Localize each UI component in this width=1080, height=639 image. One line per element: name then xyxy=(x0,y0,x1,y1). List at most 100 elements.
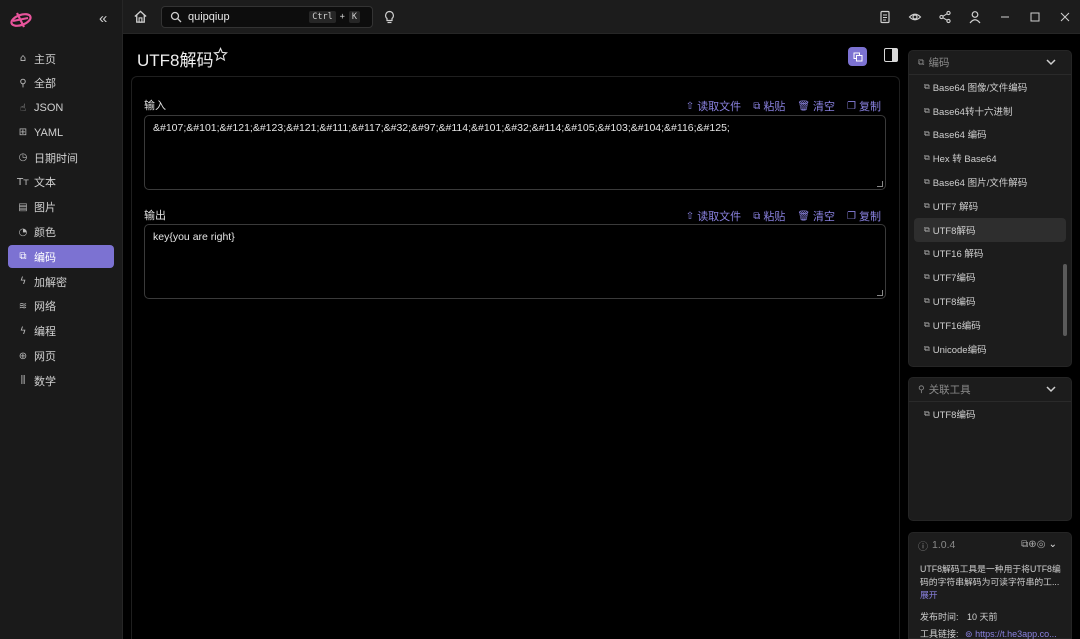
input-copy-button[interactable]: ❐ 复制 xyxy=(847,98,881,114)
sidebar-item[interactable]: ⊕ 网页 xyxy=(8,345,114,368)
maximize-icon[interactable] xyxy=(1020,0,1050,34)
tool-description: UTF8解码工具是一种用于将UTF8编码的字符串解码为可读字符串的工... 展开 xyxy=(909,563,1071,602)
hand-icon: ☝ xyxy=(19,102,27,114)
output-read-file-button[interactable]: ⇧ 读取文件 xyxy=(686,208,741,224)
eye-icon[interactable] xyxy=(900,0,930,34)
copy-icon: ⧉ xyxy=(924,177,930,187)
sidebar-item[interactable]: ⚲ 全部 xyxy=(8,72,114,95)
chevron-down-icon[interactable]: ⌄ xyxy=(1049,539,1057,550)
info-panel-header: ⓘ 1.0.4 ⧉⊕◎ ⌄ xyxy=(909,533,1071,557)
sidebar-item-label: 加解密 xyxy=(34,276,67,289)
info-icon: ⓘ xyxy=(918,541,928,553)
shortcut-plus: + xyxy=(339,12,345,22)
output-copy-button[interactable]: ❐ 复制 xyxy=(847,208,881,224)
encode-tool-item[interactable]: ⧉ UTF7编码 xyxy=(914,265,1066,289)
sidebar-item[interactable]: ⫼ 数学 xyxy=(8,369,114,392)
sidebar-item[interactable]: ☝ JSON xyxy=(8,97,114,120)
clear-label: 清空 xyxy=(813,211,836,223)
encode-panel-header[interactable]: ⧉ 编码 xyxy=(909,51,1071,75)
close-icon[interactable] xyxy=(1050,0,1080,34)
sidebar-item[interactable]: ◷ 日期时间 xyxy=(8,146,114,169)
output-value: key{you are right} xyxy=(153,231,235,243)
sidebar-item[interactable]: ⌂ 主页 xyxy=(8,47,114,70)
output-actions: ⇧ 读取文件 ⧉ 粘贴 🗑︎ 清空 ❐ 复制 xyxy=(686,208,881,224)
resize-handle[interactable] xyxy=(877,290,883,296)
encode-tool-item[interactable]: ⧉ UTF8解码 xyxy=(914,217,1066,242)
copy-icon: ⧉ xyxy=(924,153,930,163)
chart-icon: ⫼ xyxy=(20,375,26,387)
trash-icon: 🗑︎ xyxy=(797,210,811,222)
sidebar-item-label: 网络 xyxy=(34,301,56,314)
home-icon[interactable] xyxy=(133,9,148,24)
sidebar-item[interactable]: ◔ 颜色 xyxy=(8,221,114,244)
paste-label: 粘贴 xyxy=(763,211,786,223)
chevron-down-icon[interactable] xyxy=(1045,383,1057,395)
user-icon[interactable] xyxy=(960,0,990,34)
input-value: &#107;&#101;&#121;&#123;&#121;&#111;&#11… xyxy=(153,122,730,134)
input-textarea[interactable]: &#107;&#101;&#121;&#123;&#121;&#111;&#11… xyxy=(144,115,886,190)
sidebar-item[interactable]: Tт 文本 xyxy=(8,171,114,194)
chevron-down-icon[interactable] xyxy=(1045,56,1057,68)
search-box[interactable]: Ctrl + K xyxy=(161,6,373,28)
favorite-star-icon[interactable] xyxy=(213,47,228,62)
encode-tool-label: Base64 图像/文件编码 xyxy=(932,82,1028,94)
encode-tool-label: UTF16 解码 xyxy=(932,249,984,261)
scrollbar[interactable] xyxy=(1063,264,1067,336)
tool-info-panel: ⓘ 1.0.4 ⧉⊕◎ ⌄ UTF8解码工具是一种用于将UTF8编码的字符串解码… xyxy=(908,532,1072,639)
encode-tool-item[interactable]: ⧉ Base64 编码 xyxy=(914,123,1066,147)
expand-link[interactable]: 展开 xyxy=(920,590,938,600)
search-icon xyxy=(170,11,182,23)
share-icon[interactable] xyxy=(930,0,960,34)
sidebar-item[interactable]: ≋ 网络 xyxy=(8,295,114,318)
clock-icon: ◷ xyxy=(18,152,28,164)
read-file-label: 读取文件 xyxy=(697,211,742,223)
copy-icon: ⧉ xyxy=(19,251,27,263)
sidebar-item[interactable]: ϟ 加解密 xyxy=(8,270,114,293)
encode-tool-item[interactable]: ⧉ UTF7 解码 xyxy=(914,194,1066,218)
related-panel-header[interactable]: ⚲ 关联工具 xyxy=(909,378,1071,402)
encode-panel-title: 编码 xyxy=(928,57,950,69)
related-tool-item[interactable]: ⧉ UTF8编码 xyxy=(914,402,1066,426)
globe-icon[interactable]: ⊕ xyxy=(1028,539,1036,550)
info-actions: ⧉⊕◎ ⌄ xyxy=(1021,539,1057,550)
input-read-file-button[interactable]: ⇧ 读取文件 xyxy=(686,98,741,114)
encode-tool-item[interactable]: ⧉ Base64 图像/文件编码 xyxy=(914,75,1066,99)
toggle-panel-icon[interactable] xyxy=(884,48,898,62)
encode-panel-icon: ⧉ xyxy=(918,57,925,67)
sidebar-item[interactable]: ⧉ 编码 xyxy=(8,245,114,269)
minimize-icon[interactable] xyxy=(990,0,1020,34)
encode-tool-item[interactable]: ⧉ UTF16 解码 xyxy=(914,242,1066,266)
encode-tool-item[interactable]: ⧉ Base64转十六进制 xyxy=(914,99,1066,123)
logo-icon[interactable] xyxy=(8,9,34,31)
bolt-icon: ϟ xyxy=(19,276,27,288)
notes-icon[interactable] xyxy=(870,0,900,34)
encode-tool-label: UTF8编码 xyxy=(932,297,976,309)
sidebar-item[interactable]: ϟ 编程 xyxy=(8,320,114,343)
collapse-sidebar-icon[interactable]: « xyxy=(99,11,107,27)
related-panel-title: 关联工具 xyxy=(928,384,971,396)
output-textarea[interactable]: key{you are right} xyxy=(144,224,886,299)
lightbulb-icon[interactable] xyxy=(383,10,396,24)
sidebar-item[interactable]: ▤ 图片 xyxy=(8,196,114,219)
link-label: 工具链接: xyxy=(920,629,959,639)
tool-link[interactable]: ⊚ https://t.he3app.co... xyxy=(965,629,1057,639)
input-clear-button[interactable]: 🗑︎ 清空 xyxy=(797,98,835,114)
encode-tool-item[interactable]: ⧉ Hex 转 Base64 xyxy=(914,146,1066,170)
copy-icon: ⧉ xyxy=(924,224,930,234)
sidebar-item-label: 数学 xyxy=(34,375,56,388)
check-icon[interactable]: ◎ xyxy=(1037,539,1046,550)
search-input[interactable] xyxy=(188,11,308,23)
encode-tool-item[interactable]: ⧉ Unicode编码 xyxy=(914,337,1066,361)
output-paste-button[interactable]: ⧉ 粘贴 xyxy=(753,208,785,224)
encode-tool-item[interactable]: ⧉ UTF8编码 xyxy=(914,289,1066,313)
related-panel-icon: ⚲ xyxy=(918,384,925,394)
input-paste-button[interactable]: ⧉ 粘贴 xyxy=(753,98,785,114)
encode-tool-item[interactable]: ⧉ Base64 图片/文件解码 xyxy=(914,170,1066,194)
copy-icon: ❐ xyxy=(847,210,856,222)
output-clear-button[interactable]: 🗑︎ 清空 xyxy=(797,208,835,224)
copy-tool-button[interactable] xyxy=(848,47,867,66)
encode-tool-item[interactable]: ⧉ UTF16编码 xyxy=(914,313,1066,337)
resize-handle[interactable] xyxy=(877,181,883,187)
sidebar-item[interactable]: ⊞ YAML xyxy=(8,121,114,144)
version-label: 1.0.4 xyxy=(932,539,956,551)
